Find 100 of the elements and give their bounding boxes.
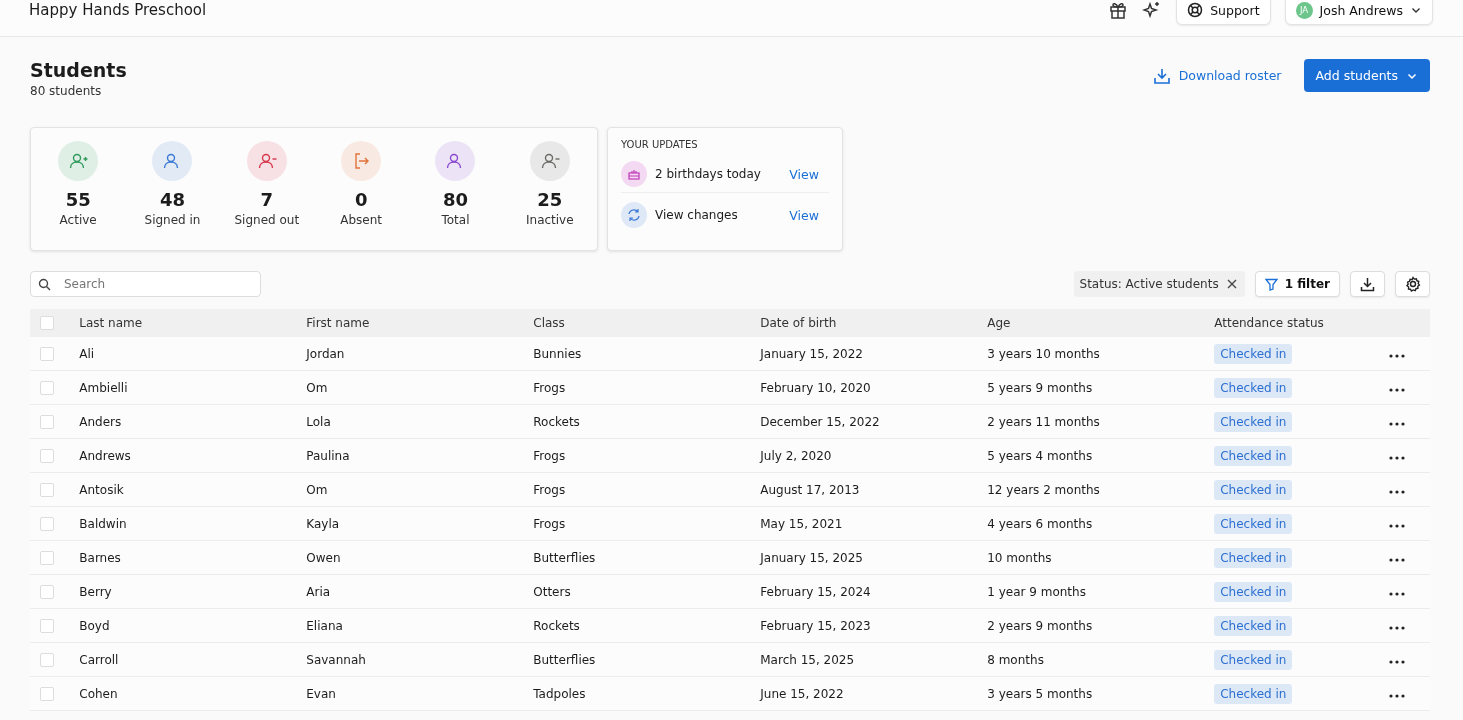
stat-value: 25 xyxy=(537,189,563,210)
table-cell: Savannah xyxy=(306,652,366,667)
column-header[interactable]: Last name xyxy=(79,316,143,330)
search-field[interactable]: Search xyxy=(30,271,261,297)
more-icon[interactable] xyxy=(1388,693,1405,698)
table-cell: Tadpoles xyxy=(533,686,586,701)
row-checkbox[interactable] xyxy=(40,618,54,633)
status-badge: Checked in xyxy=(1214,445,1293,466)
row-checkbox[interactable] xyxy=(40,584,54,599)
select-all-checkbox[interactable] xyxy=(40,316,54,331)
table-cell: Barnes xyxy=(79,550,121,565)
table-cell: Otters xyxy=(533,584,571,599)
table-cell: Eliana xyxy=(306,618,343,633)
table-cell: June 15, 2022 xyxy=(760,686,844,701)
table-cell: Aria xyxy=(306,584,331,599)
row-checkbox[interactable] xyxy=(40,652,54,667)
close-icon[interactable] xyxy=(1226,279,1237,289)
table-cell: February 10, 2020 xyxy=(760,380,871,395)
student-count: 80 students xyxy=(30,84,103,98)
more-icon[interactable] xyxy=(1388,353,1405,358)
table-cell: Evan xyxy=(306,686,336,701)
row-checkbox[interactable] xyxy=(40,380,54,395)
table-cell: Om xyxy=(306,380,328,395)
download-icon xyxy=(1152,66,1171,85)
more-icon[interactable] xyxy=(1388,591,1405,596)
app-title: Happy Hands Preschool xyxy=(29,1,207,19)
support-button[interactable]: Support xyxy=(1176,0,1271,25)
table-cell: Carroll xyxy=(79,652,119,667)
table-cell: Antosik xyxy=(79,482,124,497)
table-cell: 5 years 9 months xyxy=(987,380,1093,395)
table-cell: 8 months xyxy=(987,652,1044,667)
table-cell: 2 years 9 months xyxy=(987,618,1093,633)
table-cell: Anders xyxy=(79,414,122,429)
column-header[interactable]: Age xyxy=(987,316,1011,330)
user-menu[interactable]: JA Josh Andrews xyxy=(1284,0,1433,25)
table-cell: 3 years 10 months xyxy=(987,346,1100,361)
stat-label: Absent xyxy=(340,213,383,227)
add-students-button[interactable]: Add students xyxy=(1303,59,1430,92)
table-cell: 4 years 6 months xyxy=(987,516,1093,531)
update-text: View changes xyxy=(655,208,739,222)
view-link[interactable]: View xyxy=(789,207,819,223)
stat-label: Signed in xyxy=(144,213,201,227)
table-cell: Lola xyxy=(306,414,331,429)
view-link[interactable]: View xyxy=(789,166,819,182)
more-icon[interactable] xyxy=(1388,421,1405,426)
stat-value: 7 xyxy=(260,189,274,210)
column-header[interactable]: Class xyxy=(533,316,565,330)
lifebuoy-icon xyxy=(1187,2,1204,18)
filter-chip[interactable]: Status: Active students xyxy=(1073,271,1245,297)
table-cell: Boyd xyxy=(79,618,110,633)
row-checkbox[interactable] xyxy=(40,448,54,463)
row-checkbox[interactable] xyxy=(40,482,54,497)
table-cell: February 15, 2023 xyxy=(760,618,871,633)
search-icon xyxy=(38,278,51,291)
status-badge: Checked in xyxy=(1214,479,1293,500)
table-cell: January 15, 2025 xyxy=(760,550,863,565)
table-cell: February 15, 2024 xyxy=(760,584,871,599)
table-cell: Ambielli xyxy=(79,380,128,395)
column-header[interactable]: First name xyxy=(306,316,370,330)
table-cell: Jordan xyxy=(306,346,345,361)
table-cell: Frogs xyxy=(533,516,566,531)
table-cell: Kayla xyxy=(306,516,340,531)
table-cell: 5 years 4 months xyxy=(987,448,1093,463)
row-checkbox[interactable] xyxy=(40,550,54,565)
settings-icon[interactable] xyxy=(1395,271,1430,297)
table-cell: Owen xyxy=(306,550,341,565)
status-badge: Checked in xyxy=(1214,581,1293,602)
stat-value: 0 xyxy=(354,189,368,210)
table-cell: Ali xyxy=(79,346,95,361)
table-cell: Rockets xyxy=(533,618,580,633)
table-cell: July 2, 2020 xyxy=(760,448,832,463)
table-cell: Frogs xyxy=(533,380,566,395)
page-title: Students xyxy=(30,59,127,81)
more-icon[interactable] xyxy=(1388,523,1405,528)
download-icon[interactable] xyxy=(1350,271,1385,297)
gift-icon[interactable] xyxy=(1108,0,1129,20)
update-text: 2 birthdays today xyxy=(655,167,762,181)
filter-icon xyxy=(1264,277,1278,291)
more-icon[interactable] xyxy=(1388,659,1405,664)
more-icon[interactable] xyxy=(1388,557,1405,562)
stat-value: 55 xyxy=(65,189,91,210)
table-cell: Frogs xyxy=(533,448,566,463)
row-checkbox[interactable] xyxy=(40,414,54,429)
download-roster-link[interactable]: Download roster xyxy=(1146,65,1288,86)
more-icon[interactable] xyxy=(1388,455,1405,460)
stat-label: Inactive xyxy=(526,213,574,227)
table-cell: 2 years 11 months xyxy=(987,414,1100,429)
row-checkbox[interactable] xyxy=(40,346,54,361)
table-cell: 10 months xyxy=(987,550,1052,565)
filter-button[interactable]: 1 filter xyxy=(1254,271,1340,297)
stat-label: Signed out xyxy=(234,213,300,227)
more-icon[interactable] xyxy=(1388,489,1405,494)
more-icon[interactable] xyxy=(1388,387,1405,392)
column-header[interactable]: Date of birth xyxy=(760,316,837,330)
row-checkbox[interactable] xyxy=(40,686,54,701)
more-icon[interactable] xyxy=(1388,625,1405,630)
table-cell: Butterflies xyxy=(533,550,596,565)
status-badge: Checked in xyxy=(1214,615,1293,636)
status-badge: Checked in xyxy=(1214,411,1293,432)
row-checkbox[interactable] xyxy=(40,516,54,531)
